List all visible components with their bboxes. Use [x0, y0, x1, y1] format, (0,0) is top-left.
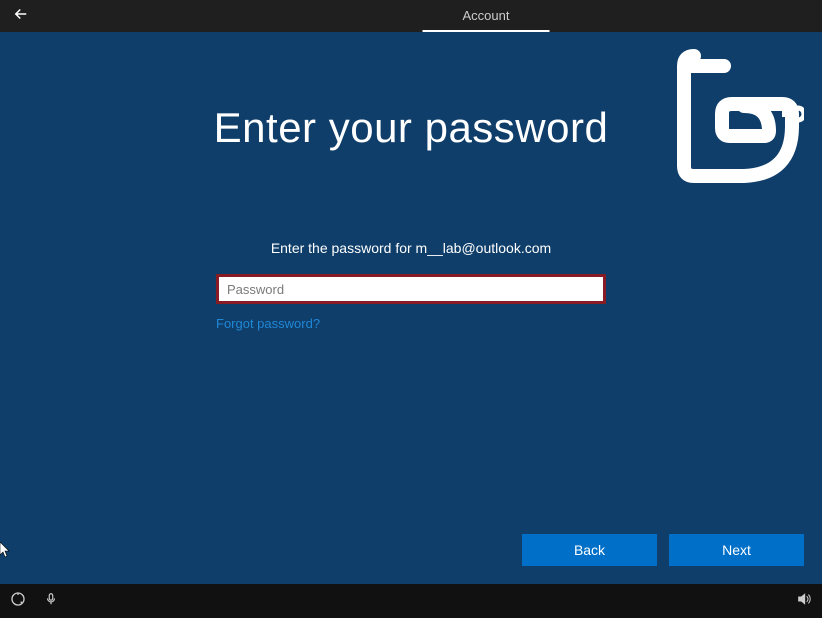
back-arrow-icon[interactable] — [0, 5, 42, 28]
brand-logo-icon — [674, 46, 804, 191]
main-panel: Enter your password Enter the password f… — [0, 34, 822, 584]
microphone-icon[interactable] — [44, 591, 58, 611]
ease-of-access-icon[interactable] — [10, 591, 26, 611]
tab-label: Account — [463, 8, 510, 23]
next-button[interactable]: Next — [669, 534, 804, 566]
action-buttons: Back Next — [522, 534, 804, 566]
password-input[interactable] — [216, 274, 606, 304]
tab-account[interactable]: Account — [423, 0, 550, 32]
title-bar: Account — [0, 0, 822, 32]
subtitle-text: Enter the password for m__lab@outlook.co… — [0, 240, 822, 256]
system-tray — [0, 584, 822, 618]
back-button[interactable]: Back — [522, 534, 657, 566]
password-field-wrap: Forgot password? — [216, 274, 606, 333]
volume-icon[interactable] — [796, 594, 812, 611]
forgot-password-link[interactable]: Forgot password? — [216, 316, 320, 331]
